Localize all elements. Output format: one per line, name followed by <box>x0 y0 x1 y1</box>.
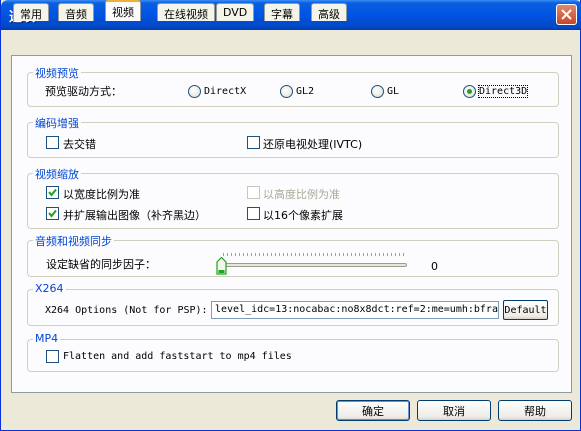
expand-output-label[interactable]: 并扩展输出图像（补齐黑边） <box>63 207 206 223</box>
help-button[interactable]: 帮助 <box>498 400 572 421</box>
tab-advanced[interactable]: 高级 <box>311 3 347 21</box>
checkmark-icon <box>48 209 57 218</box>
radio-direct3d-label[interactable]: Direct3D <box>477 85 529 98</box>
tab-subtitles-label: 字幕 <box>271 8 293 21</box>
x264-group-title: X264 <box>33 282 66 295</box>
faststart-label[interactable]: Flatten and add faststart to mp4 files <box>63 351 292 362</box>
radio-gl2-label[interactable]: GL2 <box>296 86 314 97</box>
checkmark-icon <box>48 188 57 197</box>
tab-online-video[interactable]: 在线视频 <box>157 3 215 21</box>
slider-ticks <box>223 253 407 256</box>
tab-general-label: 常用 <box>20 8 42 21</box>
sync-factor-value: 0 <box>431 260 438 273</box>
tab-general[interactable]: 常用 <box>13 3 49 21</box>
sync-factor-slider[interactable] <box>221 263 407 267</box>
scale-by-height-label: 以高度比例为准 <box>263 188 340 201</box>
deinterlace-checkbox[interactable] <box>46 136 59 149</box>
expand-output-checkbox[interactable] <box>46 207 59 220</box>
sync-group-title: 音频和视频同步 <box>33 233 114 249</box>
x264-default-button[interactable]: Default <box>503 300 548 320</box>
radio-selected-dot <box>467 89 472 94</box>
radio-directx-label[interactable]: DirectX <box>204 86 246 97</box>
radio-gl2[interactable] <box>280 85 293 98</box>
tab-video[interactable]: 视频 <box>105 0 141 21</box>
tab-online-video-label: 在线视频 <box>164 8 208 21</box>
scale-by-height-checkbox <box>247 186 260 199</box>
ivtc-label[interactable]: 还原电视处理(IVTC) <box>263 136 362 152</box>
tab-dvd-label: DVD <box>223 6 248 19</box>
pixel16-label[interactable]: 以16个像素扩展 <box>263 207 343 223</box>
sync-factor-label: 设定缺省的同步因子： <box>46 258 156 271</box>
pixel16-checkbox[interactable] <box>247 207 260 220</box>
close-icon[interactable] <box>556 4 577 25</box>
slider-thumb[interactable] <box>216 257 227 275</box>
tab-advanced-label: 高级 <box>318 8 340 21</box>
radio-gl-label[interactable]: GL <box>387 86 399 97</box>
radio-directx[interactable] <box>188 85 201 98</box>
radio-gl[interactable] <box>371 85 384 98</box>
preview-group-title: 视频预览 <box>33 65 81 81</box>
ok-button[interactable]: 确定 <box>336 400 410 421</box>
scaling-group-title: 视频缩放 <box>33 166 81 182</box>
scale-by-width-label[interactable]: 以宽度比例为准 <box>63 186 140 202</box>
x264-options-input[interactable]: level_idc=13:nocabac:no8x8dct:ref=2:me=u… <box>211 301 499 319</box>
tab-audio-label: 音频 <box>65 8 87 21</box>
deinterlace-label[interactable]: 去交错 <box>63 136 96 152</box>
faststart-checkbox[interactable] <box>46 350 59 363</box>
tab-audio[interactable]: 音频 <box>58 3 94 21</box>
ivtc-checkbox[interactable] <box>247 136 260 149</box>
scale-by-width-checkbox[interactable] <box>46 186 59 199</box>
tab-dvd[interactable]: DVD <box>216 3 255 21</box>
mp4-group-title: MP4 <box>33 332 61 345</box>
x264-options-label: X264 Options (Not for PSP): <box>45 305 208 316</box>
tab-video-label: 视频 <box>112 6 134 19</box>
cancel-button[interactable]: 取消 <box>417 400 491 421</box>
enhance-group-title: 编码增强 <box>33 115 81 131</box>
options-dialog: 选项 常用 音频 视频 在线视频 DVD 字幕 高级 视频预览 预览驱动方式： … <box>0 0 581 431</box>
preview-driver-label: 预览驱动方式： <box>45 85 122 98</box>
tab-subtitles[interactable]: 字幕 <box>264 3 300 21</box>
radio-direct3d[interactable] <box>463 85 476 98</box>
